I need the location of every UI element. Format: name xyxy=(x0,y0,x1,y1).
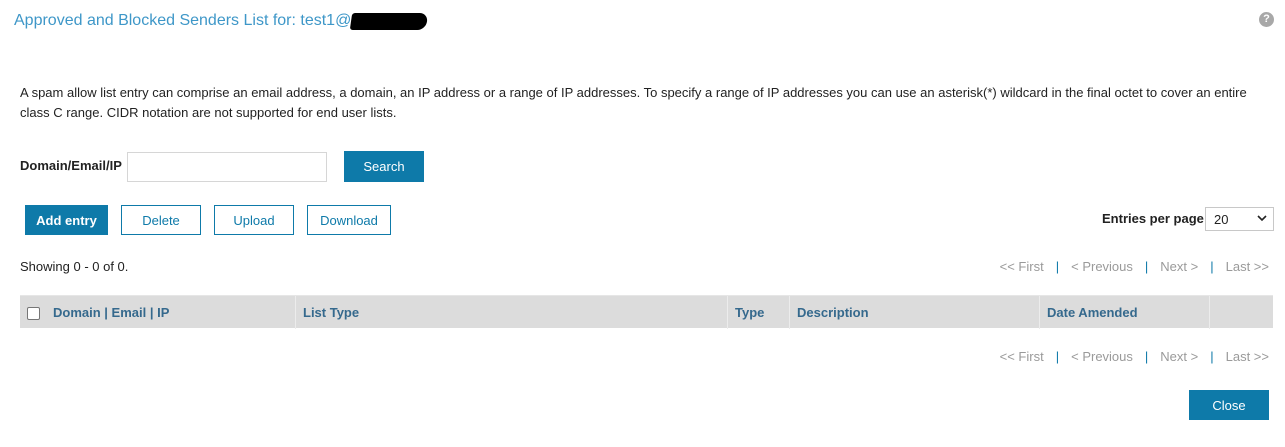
table-header: Domain | Email | IP List Type Type Descr… xyxy=(20,295,1273,329)
redacted-email-block xyxy=(350,12,429,30)
column-domain-email-ip: Domain | Email | IP xyxy=(20,296,296,329)
column-label-description: Description xyxy=(797,305,869,320)
close-button[interactable]: Close xyxy=(1189,390,1269,420)
search-button[interactable]: Search xyxy=(344,151,424,182)
column-header-domain-email-ip[interactable]: Domain | Email | IP xyxy=(53,305,169,320)
pager-next[interactable]: Next > xyxy=(1160,349,1198,364)
pager-separator: | xyxy=(1055,349,1060,364)
pager-bottom: << First | < Previous | Next > | Last >> xyxy=(1000,349,1269,364)
pager-separator: | xyxy=(1055,259,1060,274)
upload-button[interactable]: Upload xyxy=(214,205,294,235)
pager-first[interactable]: << First xyxy=(1000,259,1044,274)
dialog-title-text: Approved and Blocked Senders List for: t… xyxy=(14,12,352,29)
column-label-type: Type xyxy=(735,305,765,320)
pager-separator: | xyxy=(1210,259,1214,274)
dialog-title: Approved and Blocked Senders List for: t… xyxy=(14,12,429,30)
question-circle-icon[interactable]: ? xyxy=(1259,12,1274,27)
select-all-checkbox[interactable] xyxy=(27,307,40,320)
add-entry-button[interactable]: Add entry xyxy=(25,205,108,235)
delete-button[interactable]: Delete xyxy=(121,205,201,235)
search-input[interactable] xyxy=(127,152,327,182)
pager-next[interactable]: Next > xyxy=(1160,259,1198,274)
pager-previous[interactable]: < Previous xyxy=(1071,259,1133,274)
entries-per-page-select[interactable]: 20 xyxy=(1205,207,1274,231)
entries-per-page-label: Entries per page xyxy=(1102,211,1204,226)
pager-first[interactable]: << First xyxy=(1000,349,1044,364)
column-label-list-type: List Type xyxy=(303,305,360,320)
search-label: Domain/Email/IP xyxy=(20,158,122,173)
pager-last[interactable]: Last >> xyxy=(1226,259,1269,274)
pager-separator: | xyxy=(1144,349,1149,364)
entries-per-page-value: 20 xyxy=(1214,211,1229,227)
chevron-down-icon xyxy=(1257,215,1267,222)
column-header-list-type[interactable]: List Type xyxy=(296,296,728,329)
pager-separator: | xyxy=(1210,349,1214,364)
download-button[interactable]: Download xyxy=(307,205,391,235)
column-header-description[interactable]: Description xyxy=(790,296,1040,329)
showing-count: Showing 0 - 0 of 0. xyxy=(20,259,129,274)
pager-top: << First | < Previous | Next > | Last >> xyxy=(1000,259,1269,274)
pager-previous[interactable]: < Previous xyxy=(1071,349,1133,364)
column-label-date-amended: Date Amended xyxy=(1047,305,1138,320)
description-text: A spam allow list entry can comprise an … xyxy=(20,85,1247,120)
column-header-type[interactable]: Type xyxy=(728,296,790,329)
pager-separator: | xyxy=(1144,259,1149,274)
pager-last[interactable]: Last >> xyxy=(1226,349,1269,364)
column-header-date-amended[interactable]: Date Amended xyxy=(1040,296,1210,329)
